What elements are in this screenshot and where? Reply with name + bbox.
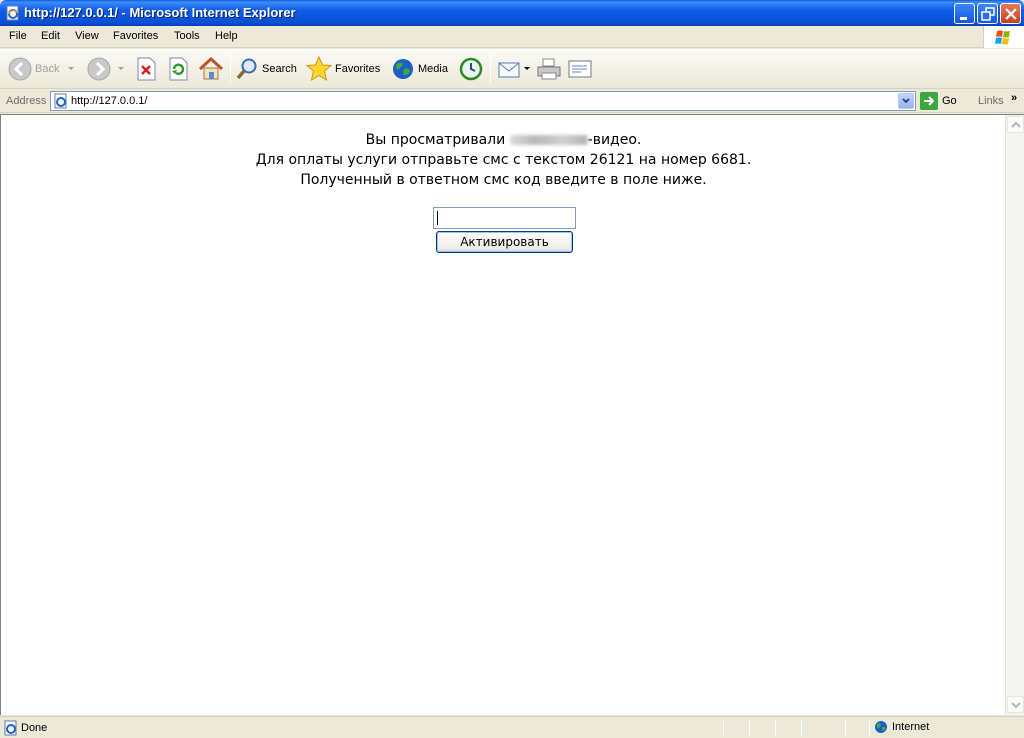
- arrow-up-icon: [1011, 121, 1021, 128]
- vertical-scrollbar[interactable]: [1005, 115, 1024, 715]
- arrow-down-icon: [1011, 702, 1021, 709]
- text-caret: [437, 211, 438, 225]
- menu-edit[interactable]: Edit: [41, 30, 60, 42]
- favorites-button[interactable]: Favorites: [306, 53, 380, 85]
- edit-page-icon: [568, 60, 592, 78]
- ie-page-icon: [6, 5, 19, 21]
- menu-favorites[interactable]: Favorites: [113, 30, 158, 42]
- media-button[interactable]: Media: [391, 53, 448, 85]
- printer-icon: [537, 58, 561, 80]
- activate-button[interactable]: Активировать: [436, 231, 573, 253]
- menu-bar: File Edit View Favorites Tools Help: [0, 26, 1024, 48]
- address-input[interactable]: http://127.0.0.1/: [50, 91, 916, 111]
- status-bar: Done Internet: [0, 716, 1024, 738]
- ie-window: http://127.0.0.1/ - Microsoft Internet E…: [0, 0, 1024, 738]
- status-text: Done: [21, 722, 48, 734]
- blurred-word: [509, 135, 588, 145]
- page-done-icon: [4, 720, 17, 736]
- status-divider: [723, 720, 724, 736]
- menu-file[interactable]: File: [9, 30, 27, 42]
- home-icon: [198, 57, 224, 80]
- go-arrow-icon: [920, 92, 938, 110]
- history-button[interactable]: [458, 53, 484, 85]
- history-clock-icon: [459, 57, 483, 81]
- go-label: Go: [942, 95, 957, 107]
- edit-button[interactable]: [567, 53, 593, 85]
- zone-label: Internet: [892, 721, 930, 733]
- code-input[interactable]: [433, 207, 576, 229]
- home-button[interactable]: [198, 53, 224, 85]
- search-button[interactable]: Search: [235, 53, 297, 85]
- address-bar: Address http://127.0.0.1/ Go Links »: [0, 90, 1024, 113]
- mail-button[interactable]: [497, 53, 531, 85]
- favorites-label: Favorites: [335, 63, 381, 75]
- media-globe-icon: [393, 59, 413, 79]
- windows-logo-icon: [983, 26, 1024, 48]
- refresh-icon: [169, 57, 188, 81]
- close-icon: [1005, 8, 1017, 20]
- stop-icon: [137, 57, 156, 81]
- status-divider: [749, 720, 750, 736]
- chevron-down-icon: [902, 98, 910, 104]
- star-icon: [306, 56, 332, 82]
- title-bar[interactable]: http://127.0.0.1/ - Microsoft Internet E…: [0, 0, 1024, 26]
- status-divider: [869, 720, 870, 736]
- status-divider: [801, 720, 802, 736]
- page-content: Вы просматривали -видео. Для оплаты услу…: [0, 114, 1024, 715]
- print-button[interactable]: [536, 53, 562, 85]
- mail-dropdown-icon[interactable]: [523, 65, 531, 73]
- payment-message: Вы просматривали -видео. Для оплаты услу…: [1, 130, 1006, 190]
- stop-button[interactable]: [135, 53, 157, 85]
- address-dropdown-button[interactable]: [898, 93, 914, 109]
- message-line-2: Для оплаты услуги отправьте смс с тексто…: [255, 152, 752, 168]
- minimize-button[interactable]: [954, 3, 975, 24]
- status-divider: [775, 720, 776, 736]
- scroll-up-button[interactable]: [1007, 116, 1024, 133]
- message-line-3: Полученный в ответном смс код введите в …: [300, 172, 707, 188]
- menu-tools[interactable]: Tools: [174, 30, 200, 42]
- address-url: http://127.0.0.1/: [71, 95, 148, 107]
- window-title: http://127.0.0.1/ - Microsoft Internet E…: [24, 5, 296, 20]
- toolbar-separator: [230, 55, 231, 83]
- back-arrow-icon: [8, 57, 32, 81]
- menu-help[interactable]: Help: [215, 30, 238, 42]
- restore-icon: [981, 7, 995, 21]
- forward-button[interactable]: [87, 53, 127, 85]
- minimize-icon: [960, 17, 967, 20]
- refresh-button[interactable]: [167, 53, 189, 85]
- back-button[interactable]: Back: [8, 53, 77, 85]
- internet-globe-icon: [875, 721, 887, 733]
- back-label: Back: [35, 63, 60, 75]
- standard-toolbar: Back Search Favorites Media: [0, 49, 1024, 89]
- maximize-button[interactable]: [977, 3, 998, 24]
- page-icon: [54, 93, 67, 109]
- forward-arrow-icon: [87, 57, 111, 81]
- back-dropdown-icon[interactable]: [65, 65, 77, 73]
- status-divider: [845, 720, 846, 736]
- links-toolbar[interactable]: Links: [978, 95, 1004, 107]
- address-label: Address: [6, 95, 47, 107]
- search-icon: [236, 58, 257, 80]
- chevron-right-icon[interactable]: »: [1011, 92, 1017, 104]
- toolbar-separator: [490, 55, 491, 83]
- menu-view[interactable]: View: [75, 30, 99, 42]
- message-line-1-suffix: -видео.: [587, 132, 642, 148]
- message-line-1-prefix: Вы просматривали: [365, 132, 510, 148]
- message-line-1: Вы просматривали -видео.: [1, 130, 1006, 150]
- security-zone[interactable]: Internet: [874, 720, 929, 734]
- close-button[interactable]: [1000, 3, 1021, 24]
- media-label: Media: [418, 63, 448, 75]
- search-label: Search: [262, 63, 297, 75]
- forward-dropdown-icon[interactable]: [115, 65, 127, 73]
- scroll-down-button[interactable]: [1007, 696, 1024, 713]
- mail-envelope-icon: [498, 62, 520, 78]
- go-button[interactable]: Go: [920, 92, 957, 110]
